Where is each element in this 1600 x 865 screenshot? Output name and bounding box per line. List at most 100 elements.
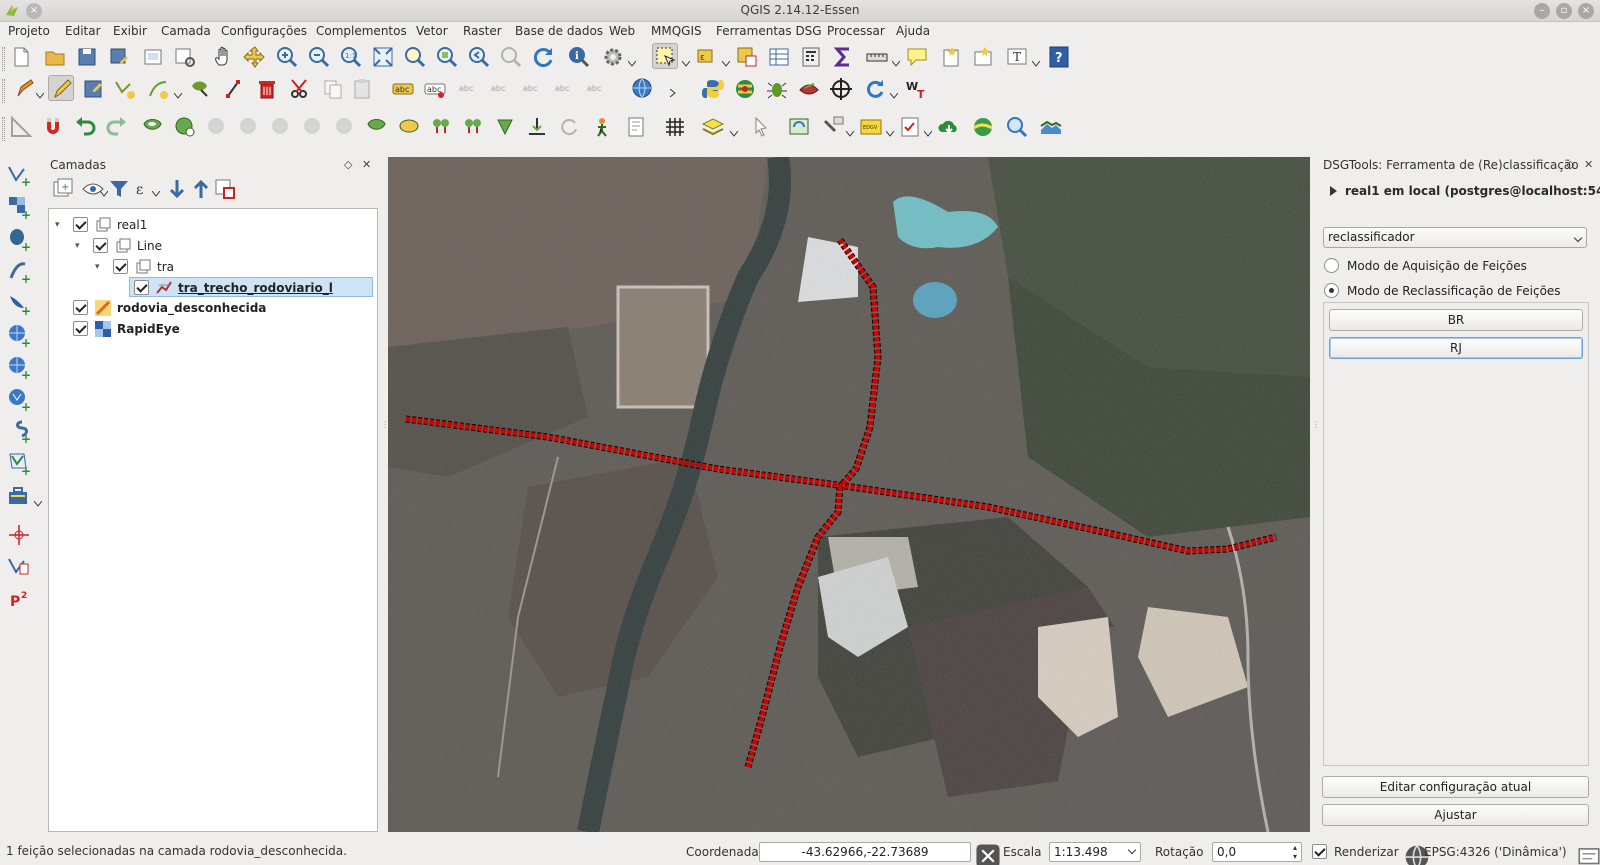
add-wfs-layer-icon[interactable]: + <box>6 386 32 414</box>
add-feature-icon[interactable] <box>112 76 138 102</box>
chevron-down-icon[interactable] <box>627 56 637 67</box>
split-features-icon[interactable] <box>364 114 390 140</box>
add-postgis-layer-icon[interactable]: + <box>6 226 32 254</box>
save-layer-edits-icon[interactable] <box>80 76 106 102</box>
measure-icon[interactable] <box>864 44 890 70</box>
crs-status[interactable]: EPSG:4326 ('Dinâmica') <box>1424 845 1567 859</box>
add-group-icon[interactable]: + <box>50 176 73 197</box>
text-annotation-icon[interactable]: T <box>1004 44 1030 70</box>
messages-icon[interactable] <box>1576 844 1600 865</box>
add-circular-string-icon[interactable] <box>146 76 172 102</box>
chevron-down-icon[interactable] <box>845 126 855 137</box>
current-edits-icon[interactable] <box>12 76 38 102</box>
undo-icon[interactable] <box>72 114 98 140</box>
redo-icon[interactable] <box>104 114 130 140</box>
add-mssql-layer-icon[interactable]: + <box>6 290 32 318</box>
select-by-expression-icon[interactable]: ε <box>694 44 720 70</box>
select-features-icon[interactable] <box>652 43 678 69</box>
print-composer-icon[interactable] <box>140 44 166 70</box>
zoom-out-icon[interactable] <box>306 44 332 70</box>
map-tips-icon[interactable] <box>904 44 930 70</box>
node-tool-icon[interactable] <box>222 76 248 102</box>
menu-ferramentas-dsg[interactable]: Ferramentas DSG <box>716 24 822 38</box>
radio-button[interactable] <box>1324 258 1339 273</box>
merge-attributes-icon[interactable] <box>460 114 486 140</box>
menu-raster[interactable]: Raster <box>463 24 502 38</box>
cloud-download-icon[interactable] <box>936 114 962 140</box>
field-calculator-icon[interactable] <box>798 44 824 70</box>
filter-expression-icon[interactable]: ε <box>132 176 152 198</box>
chevron-down-icon[interactable] <box>1031 56 1041 67</box>
basemap-icon[interactable] <box>970 114 996 140</box>
layer-checkbox[interactable] <box>113 259 128 274</box>
field-worker-icon[interactable] <box>592 114 618 140</box>
tree-item-rapideye[interactable]: RapidEye <box>49 319 377 339</box>
menu-ajuda[interactable]: Ajuda <box>896 24 930 38</box>
zoom-to-layer-icon[interactable] <box>434 44 460 70</box>
add-wms-layer-icon[interactable]: + <box>6 322 32 350</box>
scale-select[interactable]: 1:13.498 <box>1049 842 1141 862</box>
collapse-all-icon[interactable] <box>188 176 209 198</box>
radio-acquisition-mode[interactable]: Modo de Aquisição de Feições <box>1324 257 1594 275</box>
copy-features-icon[interactable] <box>320 76 346 102</box>
attribute-table-icon[interactable] <box>766 44 792 70</box>
rotate-feature-icon[interactable] <box>556 114 582 140</box>
coordinate-field[interactable]: -43.62966,-22.73689 <box>759 842 971 862</box>
render-checkbox[interactable] <box>1312 844 1327 859</box>
zoom-next-icon[interactable] <box>498 44 524 70</box>
panel-float-icon[interactable]: ◇ <box>1566 158 1574 171</box>
toolbar-handle[interactable] <box>2 47 5 71</box>
menu-projeto[interactable]: Projeto <box>8 24 50 38</box>
chevron-down-icon[interactable] <box>173 88 183 99</box>
paste-features-icon[interactable] <box>350 76 376 102</box>
identify-icon[interactable]: i <box>566 44 592 70</box>
edgv-icon[interactable]: EDGV <box>858 114 884 140</box>
action-gear-icon[interactable] <box>600 44 626 70</box>
layer-checkbox[interactable] <box>73 217 88 232</box>
edit-config-button[interactable]: Editar configuração atual <box>1322 776 1589 798</box>
p2-icon[interactable]: P2 <box>6 586 32 612</box>
deselect-all-icon[interactable] <box>734 44 760 70</box>
radio-button[interactable] <box>1324 283 1339 298</box>
sync-tool-icon[interactable] <box>786 114 812 140</box>
mouse-coordinate-toggle-icon[interactable] <box>975 843 1000 865</box>
menu-editar[interactable]: Editar <box>65 24 101 38</box>
wkt-icon[interactable]: WT <box>904 76 930 102</box>
rotate-tool-icon[interactable] <box>862 76 888 102</box>
show-hide-labels-icon[interactable]: abc <box>488 76 514 102</box>
change-label-icon[interactable]: abc <box>584 76 610 102</box>
menu-mmqgis[interactable]: MMQGIS <box>651 24 702 38</box>
add-delimited-text-icon[interactable]: + <box>6 418 32 446</box>
new-shapefile-icon[interactable]: + <box>6 450 32 478</box>
rotate-label-icon[interactable]: abc <box>552 76 578 102</box>
toolbar-handle[interactable] <box>2 79 5 103</box>
offset-curve-icon[interactable] <box>332 114 358 140</box>
bug-plugin-icon[interactable] <box>764 76 790 102</box>
menu-complementos[interactable]: Complementos <box>316 24 407 38</box>
merge-features-icon[interactable] <box>428 114 454 140</box>
move-label-icon[interactable]: abc <box>520 76 546 102</box>
grid-icon[interactable] <box>662 114 688 140</box>
zoom-in-icon[interactable] <box>274 44 300 70</box>
layer-checkbox[interactable] <box>73 300 88 315</box>
collapse-arrow-icon[interactable]: ▾ <box>55 220 60 230</box>
delete-part-icon[interactable] <box>268 114 294 140</box>
collapse-arrow-icon[interactable]: ▾ <box>75 241 80 251</box>
simplify-feature-icon[interactable] <box>524 114 550 140</box>
radio-reclassification-mode[interactable]: Modo de Reclassificação de Feições <box>1324 282 1594 300</box>
inspect-features-icon[interactable] <box>624 114 650 140</box>
reclassify-br-button[interactable]: BR <box>1329 309 1583 331</box>
composer-manager-icon[interactable] <box>172 44 198 70</box>
zoom-native-icon[interactable]: 1:1 <box>338 44 364 70</box>
layer-checkbox[interactable] <box>93 238 108 253</box>
tree-item-tra-trecho-rodoviario-l[interactable]: tra_trecho_rodoviario_l <box>129 277 373 297</box>
reclassify-rj-button[interactable]: RJ <box>1329 337 1583 359</box>
panel-close-icon[interactable]: ✕ <box>1584 158 1593 171</box>
crs-globe-icon[interactable] <box>1404 844 1429 865</box>
new-project-icon[interactable] <box>8 44 34 70</box>
statistics-sigma-icon[interactable] <box>830 44 856 70</box>
minimize-button[interactable]: – <box>1534 3 1550 19</box>
panel-float-icon[interactable]: ◇ <box>344 158 352 171</box>
cut-features-icon[interactable] <box>288 76 314 102</box>
show-bookmarks-icon[interactable] <box>970 44 996 70</box>
